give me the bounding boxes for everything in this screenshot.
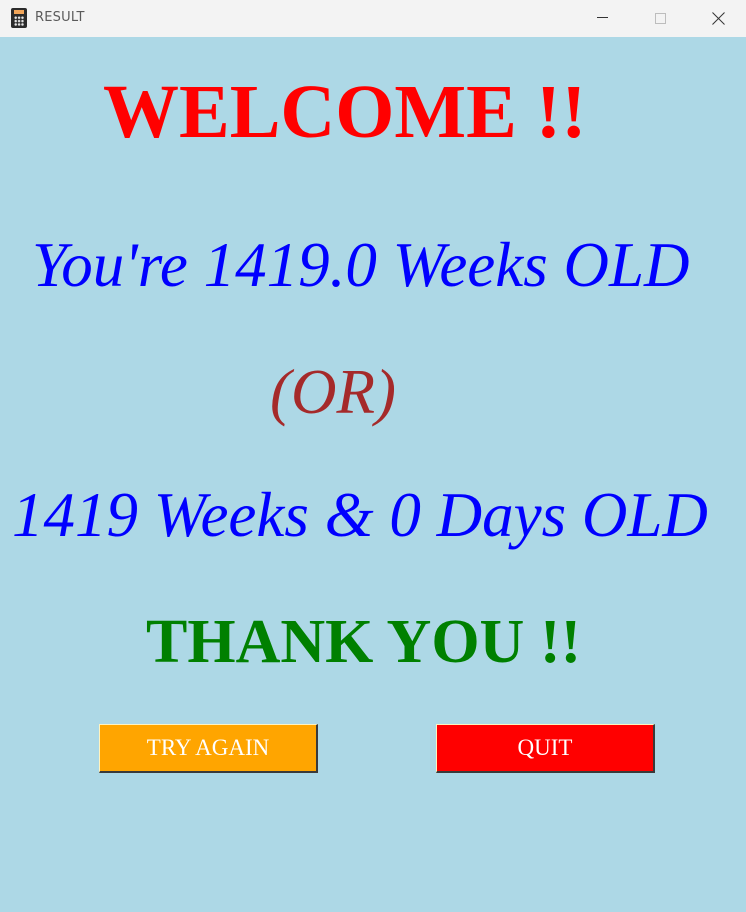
weeks-days-result: 1419 Weeks & 0 Days OLD bbox=[12, 480, 708, 550]
result-window: RESULT WELCOME !! You're 1419.0 Weeks OL… bbox=[0, 0, 746, 912]
close-button[interactable] bbox=[689, 0, 746, 37]
calculator-icon bbox=[11, 8, 27, 28]
maximize-icon bbox=[655, 13, 666, 24]
window-title: RESULT bbox=[35, 10, 85, 25]
maximize-button[interactable] bbox=[631, 0, 689, 37]
quit-button[interactable]: QUIT bbox=[436, 724, 655, 773]
welcome-heading: WELCOME !! bbox=[103, 70, 587, 154]
minimize-button[interactable] bbox=[573, 0, 631, 37]
title-bar[interactable]: RESULT bbox=[0, 0, 746, 37]
or-separator: (OR) bbox=[270, 357, 396, 427]
weeks-decimal-result: You're 1419.0 Weeks OLD bbox=[32, 230, 690, 300]
close-icon bbox=[712, 12, 725, 25]
try-again-button[interactable]: TRY AGAIN bbox=[99, 724, 318, 773]
thank-you-heading: THANK YOU !! bbox=[146, 608, 582, 676]
minimize-icon bbox=[597, 17, 608, 18]
